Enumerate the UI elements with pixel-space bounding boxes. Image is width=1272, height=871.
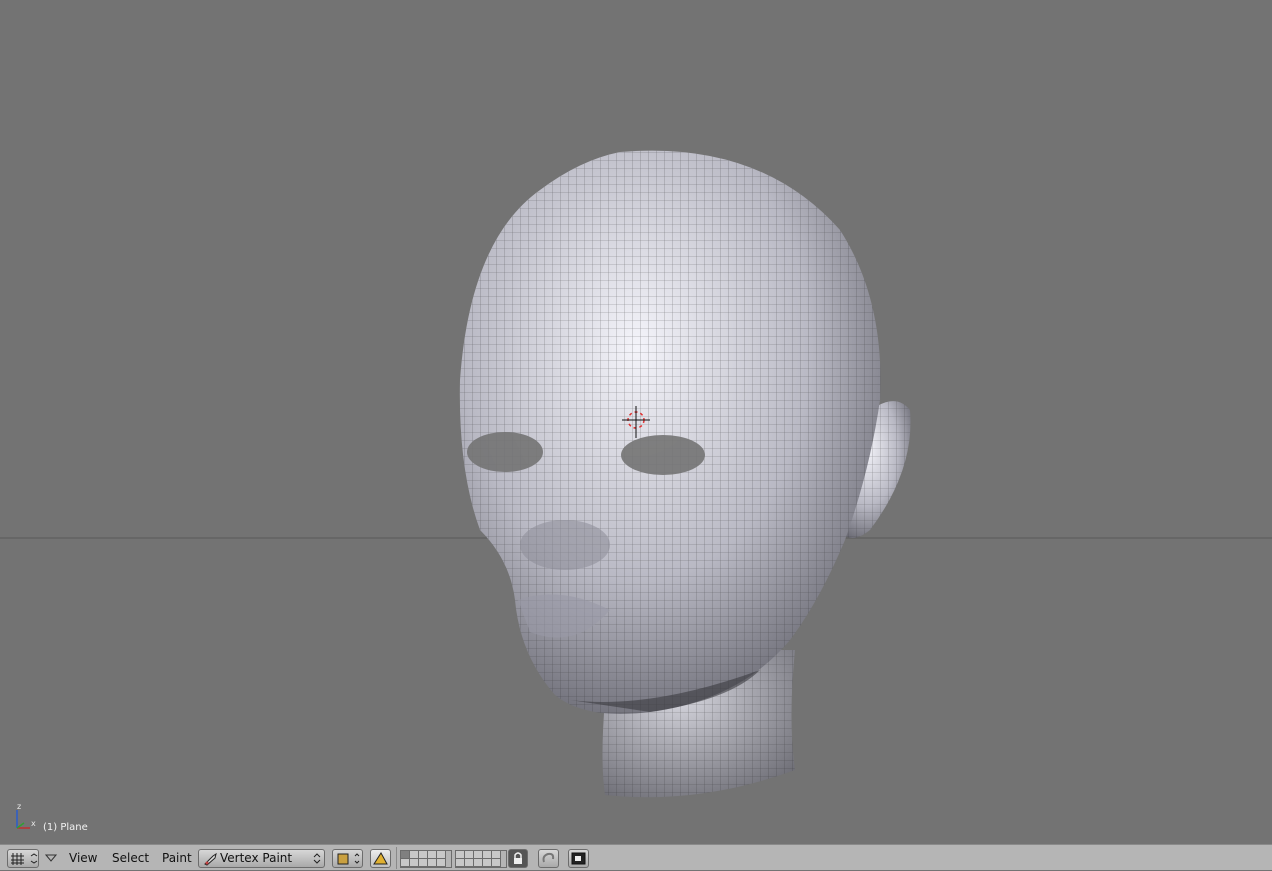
snap-button[interactable] [538,849,559,868]
menu-view[interactable]: View [69,850,97,866]
3d-view-header: View Select Paint Vertex Paint [0,844,1272,870]
draw-type-selector[interactable] [332,849,363,868]
menu-paint[interactable]: Paint [162,850,192,866]
layer-buttons-group-2[interactable] [455,850,507,868]
blender-window: z x (1) Plane View Select Paint Vertex P… [0,0,1272,870]
lock-layers-button[interactable] [508,849,528,868]
editor-type-selector[interactable] [7,849,39,868]
layer-buttons-group-1[interactable] [400,850,452,868]
render-icon [571,852,586,865]
face-select-icon [373,852,388,865]
axis-z-label: z [17,802,21,811]
menu-select[interactable]: Select [112,850,149,866]
face-select-toggle[interactable] [370,849,391,868]
left-eye-hole [467,432,543,472]
menu-collapse-triangle-icon[interactable] [45,853,57,863]
link-icon [542,852,555,863]
mode-label: Vertex Paint [220,851,293,865]
active-object-label: (1) Plane [43,822,88,833]
render-preview-button[interactable] [568,849,589,868]
lock-icon [514,852,522,864]
vertex-paint-brush-icon [204,852,217,866]
solid-shading-icon [337,853,360,865]
chevron-updown-icon [313,853,321,864]
grid-editor-icon [11,853,38,865]
axis-x-label: x [31,819,36,828]
head-mesh[interactable] [459,150,911,798]
nose-mesh [520,520,610,570]
mode-dropdown[interactable]: Vertex Paint [198,849,325,868]
right-eye-hole [621,435,705,475]
3d-viewport[interactable]: z x (1) Plane [0,0,1272,844]
axis-gizmo-icon: z x [16,802,36,829]
header-separator [396,847,397,869]
viewport-canvas[interactable]: z x [0,0,1272,844]
